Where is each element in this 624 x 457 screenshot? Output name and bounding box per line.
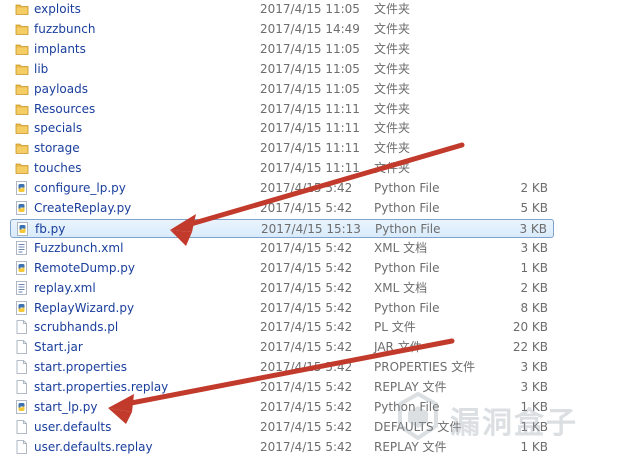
arrow-to-fb-py — [170, 142, 465, 246]
watermark-logo-icon — [398, 392, 438, 440]
watermark-text: 漏洞盒子 — [450, 406, 578, 441]
annotation-arrows — [108, 142, 465, 424]
watermark: 漏洞盒子 — [356, 390, 606, 442]
